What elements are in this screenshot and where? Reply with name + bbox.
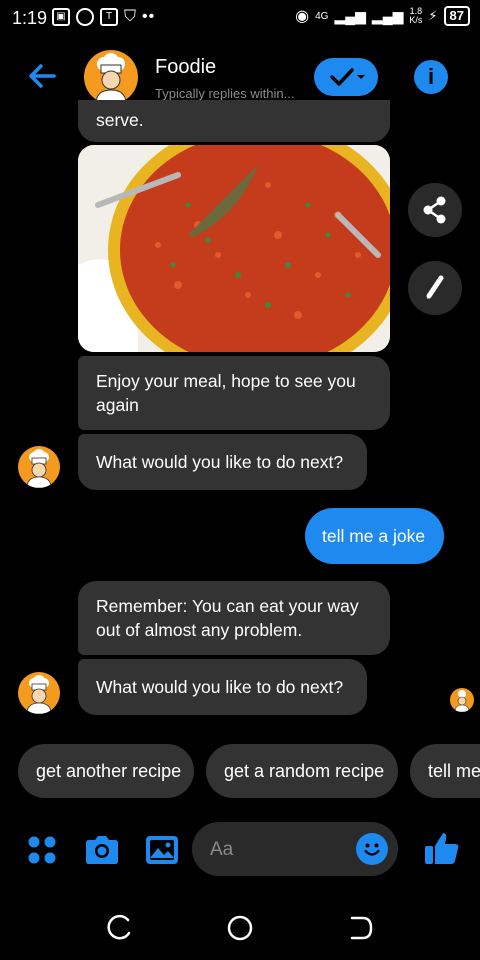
emoji-button[interactable] — [356, 833, 388, 865]
signal-icon: ▂▄▆ — [334, 7, 366, 24]
gallery-icon[interactable] — [142, 830, 182, 870]
camera-icon[interactable] — [82, 830, 122, 870]
message-next-1: What would you like to do next? — [78, 434, 367, 490]
apps-icon[interactable] — [22, 830, 62, 870]
back-arrow-icon[interactable] — [26, 60, 58, 92]
bot-avatar[interactable] — [84, 50, 138, 104]
bot-avatar-small — [18, 446, 60, 488]
keyboard-notification-icon: T — [100, 8, 118, 26]
more-notifications-icon: •• — [142, 8, 156, 25]
check-dropdown-icon — [330, 68, 365, 86]
message-joke-text: Remember: You can eat your way out of al… — [96, 596, 359, 640]
chat-title: Foodie — [155, 56, 217, 78]
network-type: 4G — [315, 10, 329, 22]
message-joke: Remember: You can eat your way out of al… — [78, 581, 390, 655]
verified-dropdown-button[interactable] — [314, 58, 378, 96]
back-icon[interactable] — [343, 911, 377, 945]
message-partial: serve. — [78, 100, 390, 142]
message-user: tell me a joke — [305, 508, 444, 564]
system-nav-bar — [0, 896, 480, 960]
chef-icon — [454, 690, 470, 712]
recipe-image[interactable] — [78, 145, 390, 352]
message-next-2-text: What would you like to do next? — [96, 677, 344, 697]
edit-button[interactable] — [408, 261, 462, 315]
message-input[interactable] — [208, 822, 352, 878]
quick-reply-another-recipe[interactable]: get another recipe — [18, 744, 194, 798]
message-input-container[interactable] — [192, 822, 398, 878]
seen-avatar — [450, 688, 474, 712]
shield-notification-icon: ⛉ — [124, 8, 137, 25]
signal-icon-2: ▂▄▆ — [371, 7, 404, 24]
chef-icon — [26, 675, 52, 714]
thumbs-up-icon[interactable] — [421, 828, 463, 870]
jollof-rice-image — [78, 145, 390, 352]
battery-level: 87 — [443, 6, 470, 26]
messenger-notification-icon — [76, 8, 94, 26]
message-user-text: tell me a joke — [322, 526, 426, 546]
chef-icon — [95, 53, 127, 104]
pencil-icon — [426, 275, 444, 299]
status-time: 1:19 — [12, 8, 48, 28]
smiley-icon — [364, 843, 380, 856]
share-icon — [423, 196, 446, 224]
message-next-1-text: What would you like to do next? — [96, 452, 344, 472]
status-bar: 1:19 ▣ T ⛉ •• ◉ 4G ▂▄▆ ▂▄▆ 1.8 K/s ⚡ 87 — [0, 0, 480, 36]
recents-icon[interactable] — [103, 911, 137, 945]
share-button[interactable] — [408, 183, 462, 237]
quick-reply-random-recipe[interactable]: get a random recipe — [206, 744, 398, 798]
notification-icons: ▣ T ⛉ •• — [52, 8, 155, 26]
message-enjoy: Enjoy your meal, hope to see you again — [78, 356, 390, 430]
info-icon[interactable]: i — [414, 60, 448, 94]
bot-avatar-small — [18, 672, 60, 714]
gallery-notification-icon: ▣ — [52, 8, 70, 26]
charging-icon: ⚡ — [428, 8, 438, 23]
chef-icon — [26, 449, 52, 488]
home-icon[interactable] — [223, 911, 257, 945]
message-next-2: What would you like to do next? — [78, 659, 367, 715]
net-speed: 1.8 K/s — [409, 7, 422, 25]
message-partial-text: serve. — [96, 110, 144, 130]
message-enjoy-text: Enjoy your meal, hope to see you again — [96, 371, 356, 415]
chat-subtitle: Typically replies within... — [155, 86, 295, 101]
hotspot-icon: ◉ — [295, 8, 310, 25]
net-speed-unit: K/s — [409, 15, 423, 25]
quick-reply-tell-me[interactable]: tell me — [410, 744, 480, 798]
status-right: ◉ 4G ▂▄▆ ▂▄▆ 1.8 K/s ⚡ 87 — [295, 6, 470, 26]
